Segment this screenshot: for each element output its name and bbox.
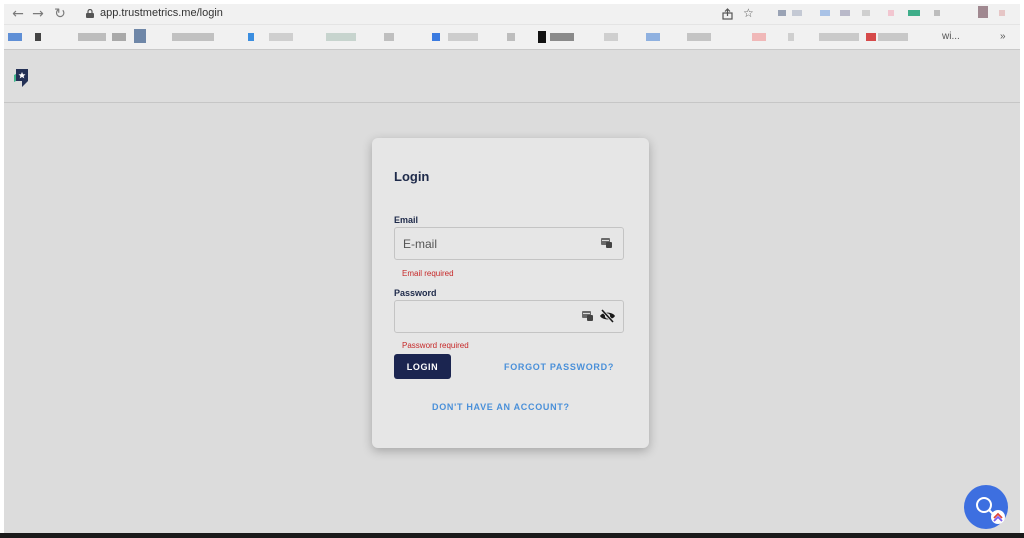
bookmark-item[interactable] [819,33,859,41]
password-label: Password [394,288,437,298]
bookmark-item[interactable] [866,33,876,41]
password-field-container [394,300,624,333]
bookmarks-bar: wi... » [4,25,1020,50]
password-input[interactable] [403,301,583,332]
signup-link[interactable]: DON'T HAVE AN ACCOUNT? [432,402,570,412]
bookmark-item[interactable] [604,33,618,41]
trustmetrics-logo[interactable] [14,68,30,88]
bookmark-item[interactable] [646,33,660,41]
back-arrow-icon[interactable]: ← [10,6,26,22]
bookmark-item[interactable] [550,33,574,41]
bookmark-item[interactable] [78,33,106,41]
chat-bubble-icon [976,497,1005,524]
email-input[interactable] [403,228,583,259]
bookmark-item[interactable] [134,29,146,43]
login-button[interactable]: LOGIN [394,354,451,379]
bookmark-item[interactable] [172,33,214,41]
autofill-key-icon[interactable] [601,238,612,248]
bookmark-item[interactable] [8,33,22,41]
bookmark-item[interactable] [788,33,794,41]
bookmark-item[interactable] [432,33,440,41]
email-field-container [394,227,624,260]
autofill-key-icon[interactable] [582,311,593,321]
address-bar[interactable]: app.trustmetrics.me/login [100,7,223,19]
star-icon[interactable]: ☆ [743,6,754,20]
bookmark-item[interactable] [448,33,478,41]
bookmark-item[interactable] [384,33,394,41]
login-card: Login Email Email required Password [372,138,649,448]
forward-arrow-icon[interactable]: → [30,6,46,22]
reload-icon[interactable]: ↻ [52,6,68,22]
help-chat-button[interactable] [964,485,1008,529]
eye-off-icon[interactable] [599,309,616,323]
bookmark-item[interactable] [248,33,254,41]
screen-bottom-edge [0,533,1024,538]
bookmark-item[interactable] [752,33,766,41]
login-title: Login [394,169,430,184]
bookmark-item[interactable] [112,33,126,41]
bookmark-item[interactable] [269,33,293,41]
email-error: Email required [402,269,454,278]
extension-icons [774,6,1014,18]
app-header [4,50,1020,103]
bookmark-overflow[interactable]: wi... [942,31,960,42]
browser-toolbar: ← → ↻ app.trustmetrics.me/login ☆ [4,4,1020,25]
browser-window: ← → ↻ app.trustmetrics.me/login ☆ wi... … [4,4,1020,534]
email-label: Email [394,215,419,225]
bookmarks-more-icon[interactable]: » [1000,31,1006,42]
bookmark-item[interactable] [507,33,515,41]
bookmark-item[interactable] [35,33,41,41]
bookmark-item[interactable] [878,33,908,41]
share-icon[interactable] [722,8,733,20]
forgot-password-link[interactable]: FORGOT PASSWORD? [504,362,614,372]
bookmark-item[interactable] [326,33,356,41]
password-error: Password required [402,341,469,350]
bookmark-item[interactable] [687,33,711,41]
bookmark-item[interactable] [538,31,546,43]
lock-icon [86,9,94,18]
